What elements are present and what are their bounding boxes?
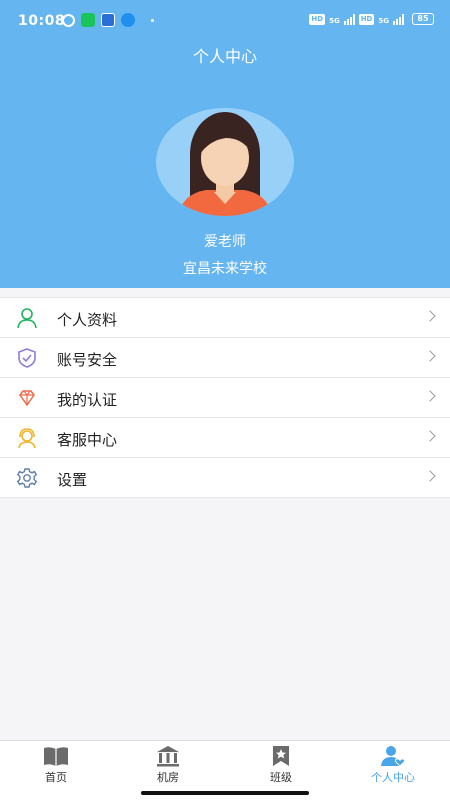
network-type: 5G [329,17,340,25]
menu-item-label: 账号安全 [57,351,118,369]
user-icon [17,308,37,329]
tab-label: 机房 [157,771,179,784]
signal-icon [343,14,355,25]
chevron-right-icon [424,470,436,482]
chevron-right-icon [424,350,436,362]
tab-label: 首页 [45,771,67,784]
battery-icon: 85 [412,13,434,25]
hd-badge: HD [309,14,326,25]
status-time: 10:08 [18,13,66,29]
page-title: 个人中心 [192,47,257,66]
upload-icon [121,13,135,27]
profile-menu: 个人资料 账号安全 我的认证 客服中心 设置 [0,297,450,498]
user-heart-icon [381,746,406,767]
home-indicator[interactable] [141,791,309,795]
menu-item-certification[interactable]: 我的认证 [0,378,450,418]
menu-item-settings[interactable]: 设置 [0,458,450,498]
tab-label: 班级 [270,771,292,784]
wechat-icon [81,13,95,27]
notification-icons [62,13,154,27]
chevron-right-icon [424,310,436,322]
menu-item-label: 个人资料 [57,311,118,329]
alarm-icon [62,13,75,27]
user-name: 爱老师 [204,234,246,250]
chevron-right-icon [424,430,436,442]
shield-icon [18,348,36,368]
menu-item-label: 客服中心 [57,431,118,449]
signal-icon-2 [393,14,404,25]
system-status-icons: HD 5G HD 5G 85 [309,13,434,25]
bank-icon [157,746,179,767]
tab-class[interactable]: 班级 [225,745,337,789]
avatar[interactable] [156,108,294,216]
school-name: 宜昌未来学校 [183,261,267,277]
status-bar: 10:08 HD 5G HD 5G 85 [0,0,450,40]
hd-badge-2: HD [358,14,375,25]
menu-item-label: 设置 [57,471,88,489]
gear-icon [16,468,38,488]
tab-personal-center[interactable]: 个人中心 [337,745,449,789]
hotspot-icon [101,13,115,27]
chevron-right-icon [424,390,436,402]
menu-item-label: 我的认证 [57,391,118,409]
menu-item-customer-service[interactable]: 客服中心 [0,418,450,458]
avatar-illustration [178,112,272,216]
menu-item-account-security[interactable]: 账号安全 [0,338,450,378]
more-notifications-dot [151,18,154,22]
profile-header: 10:08 HD 5G HD 5G 85 个人中心 爱老师 宜昌未来学校 [0,0,450,288]
tab-home[interactable]: 首页 [0,745,112,789]
diamond-icon [19,390,35,407]
bookmark-star-icon [273,746,289,766]
tab-label: 个人中心 [371,771,415,784]
headset-icon [18,428,36,449]
network-type-2: 5G [378,17,389,25]
menu-item-profile[interactable]: 个人资料 [0,298,450,338]
tab-computer-lab[interactable]: 机房 [112,745,224,789]
book-icon [44,747,68,766]
